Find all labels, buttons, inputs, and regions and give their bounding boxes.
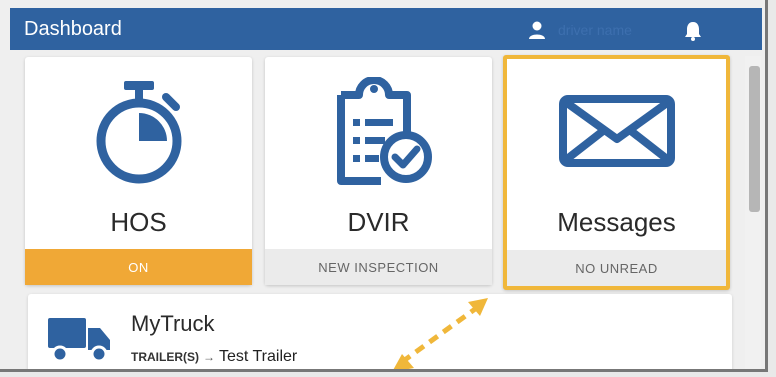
trailer-arrow: → (203, 350, 215, 364)
app-window: Dashboard driver name HOS ON DVIR NEW IN… (0, 0, 768, 372)
page-title: Dashboard (24, 18, 122, 40)
tile-hos[interactable]: HOS ON (25, 57, 252, 285)
envelope-icon (558, 95, 675, 167)
tile-status: NO UNREAD (507, 250, 726, 286)
user-name[interactable]: driver name (558, 22, 632, 38)
clipboard-check-icon (336, 77, 432, 185)
user-icon[interactable] (527, 20, 547, 40)
tile-status: NEW INSPECTION (265, 249, 492, 285)
tile-messages[interactable]: Messages NO UNREAD (503, 55, 730, 290)
stopwatch-icon (96, 81, 181, 184)
annotation-arrow-icon (393, 298, 488, 369)
tile-dvir[interactable]: DVIR NEW INSPECTION (265, 57, 492, 285)
bell-icon[interactable] (682, 20, 704, 42)
scrollbar-thumb[interactable] (749, 66, 760, 212)
truck-icon (48, 318, 110, 362)
tile-label: DVIR (347, 207, 410, 237)
trailer-info: TRAILER(S) → Test Trailer (131, 348, 297, 366)
tile-status: ON (25, 249, 252, 285)
tile-label: HOS (110, 207, 167, 237)
trailer-value: Test Trailer (219, 348, 298, 365)
app-header: Dashboard driver name (10, 8, 762, 50)
truck-name: MyTruck (131, 311, 215, 336)
trailer-label: TRAILER(S) (131, 350, 199, 364)
tile-label: Messages (557, 207, 676, 237)
